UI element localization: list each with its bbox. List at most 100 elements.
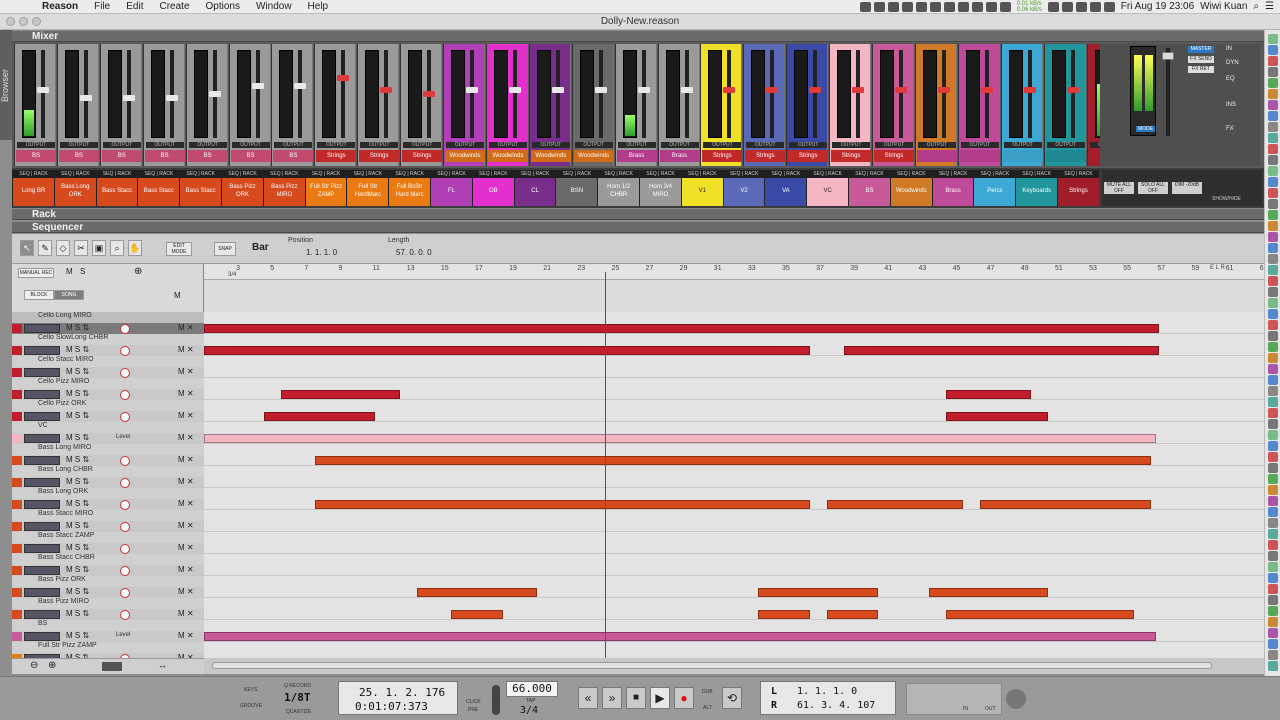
record-enable-icon[interactable] <box>120 588 130 598</box>
dock-app-icon[interactable] <box>1268 45 1278 55</box>
track-lane[interactable] <box>204 466 1264 488</box>
section-ins[interactable]: INS <box>1226 102 1236 108</box>
add-track-icon[interactable]: ⊕ <box>134 266 142 277</box>
track-name[interactable]: Cello Stacc MIRO <box>38 356 94 363</box>
channel-name[interactable] <box>1002 150 1043 162</box>
snap-value-select[interactable]: Bar <box>252 242 269 253</box>
channel-fader[interactable] <box>380 86 393 93</box>
click-label[interactable]: CLICK <box>466 699 481 705</box>
dock-app-icon[interactable] <box>1268 34 1278 44</box>
section-eq[interactable]: EQ <box>1226 76 1235 82</box>
zoom-fit-icon[interactable]: ↔ <box>158 660 167 670</box>
channel-fader[interactable] <box>809 86 822 93</box>
seq-rack-buttons[interactable]: SEQ | RACK <box>180 170 222 178</box>
record-enable-icon[interactable] <box>120 566 130 576</box>
alt-button[interactable]: ALT <box>703 705 712 711</box>
channel-name[interactable]: Woodwinds <box>530 150 571 162</box>
channel-output-select[interactable]: OUTPUT <box>17 142 55 148</box>
rack-device[interactable]: SEQ | RACK Bass Stacc <box>179 170 222 206</box>
master-button[interactable]: MASTER <box>1188 46 1214 53</box>
channel-fader[interactable] <box>508 86 521 93</box>
track-header[interactable]: Bass Pizz ORK M S ⇅ M ✕ <box>12 576 204 598</box>
mute-tool-icon[interactable]: ▣ <box>92 240 106 256</box>
status-tray-icons[interactable] <box>859 1 1011 12</box>
note-clip[interactable] <box>204 324 1160 333</box>
dock-app-icon[interactable] <box>1268 287 1278 297</box>
track-mute-solo[interactable]: M S ⇅ <box>66 455 89 464</box>
position-value[interactable]: 1. 1. 1. 0 <box>306 248 337 257</box>
channel-name[interactable]: Strings <box>359 150 400 162</box>
fast-forward-icon[interactable]: » <box>602 687 622 709</box>
seq-rack-buttons[interactable]: SEQ | RACK <box>849 170 890 178</box>
track-mute-solo[interactable]: M S ⇅ <box>66 411 89 420</box>
rack-device[interactable]: SEQ | RACK Bass Long ORK <box>53 170 96 206</box>
rack-device[interactable]: SEQ | RACK V2 <box>722 170 765 206</box>
channel-output-select[interactable]: OUTPUT <box>403 142 442 148</box>
rack-device[interactable]: SEQ | RACK Brass <box>931 170 974 206</box>
seq-rack-buttons[interactable]: SEQ | RACK <box>807 170 849 178</box>
channel-output-select[interactable]: OUTPUT <box>531 142 570 148</box>
channel-output-select[interactable]: OUTPUT <box>660 142 699 148</box>
dock-app-icon[interactable] <box>1268 298 1278 308</box>
play-icon[interactable]: ▶ <box>650 687 670 709</box>
track-lane-mute-delete[interactable]: M ✕ <box>178 433 194 442</box>
track-mute-solo[interactable]: M S ⇅ <box>66 345 89 354</box>
menu-options[interactable]: Options <box>198 1 248 12</box>
section-fx[interactable]: FX <box>1226 126 1234 132</box>
channel-name[interactable]: Woodwinds <box>487 150 528 162</box>
note-clip[interactable] <box>280 390 401 399</box>
rack-device[interactable]: SEQ | RACK Strings <box>1057 170 1099 206</box>
edit-mode-button[interactable]: EDIT MODE <box>166 242 192 256</box>
dim-button[interactable]: DIM -20dB <box>1172 182 1202 194</box>
track-lane-mute-delete[interactable]: M ✕ <box>178 587 194 596</box>
channel-fader[interactable] <box>251 82 264 89</box>
pre-label[interactable]: PRE <box>468 707 478 713</box>
track-header[interactable]: Bass Long MIRO M S ⇅ M ✕ <box>12 444 204 466</box>
dock-app-icon[interactable] <box>1268 100 1278 110</box>
seq-rack-buttons[interactable]: SEQ | RACK <box>556 170 598 178</box>
dock-app-icon[interactable] <box>1268 584 1278 594</box>
track-lane-mute-delete[interactable]: M ✕ <box>178 323 194 332</box>
zoom-in-icon[interactable]: ⊕ <box>48 660 56 671</box>
dock-app-icon[interactable] <box>1268 639 1278 649</box>
seq-rack-buttons[interactable]: SEQ | RACK <box>890 170 932 178</box>
left-locator-value[interactable]: 1. 1. 1. 0 <box>797 686 857 697</box>
track-lane[interactable] <box>204 444 1264 466</box>
channel-output-select[interactable]: OUTPUT <box>145 142 184 148</box>
track-header[interactable]: Bass Stacc CHBR M S ⇅ M ✕ <box>12 554 204 576</box>
track-name[interactable]: Cello Pizz ORK <box>38 400 86 407</box>
track-lane[interactable] <box>204 642 1264 658</box>
time-signature-display[interactable]: 3/4 <box>520 705 538 716</box>
channel-name[interactable]: Strings <box>874 150 914 162</box>
channel-name[interactable]: BS <box>187 150 228 162</box>
rack-device[interactable]: SEQ | RACK Full BsStr Hard Marc <box>388 170 431 206</box>
note-clip[interactable] <box>204 632 1156 641</box>
clock[interactable]: Fri Aug 19 23:06 <box>1121 1 1194 12</box>
dock-app-icon[interactable] <box>1268 111 1278 121</box>
hand-tool-icon[interactable]: ✋ <box>128 240 142 256</box>
rack-device[interactable]: SEQ | RACK VC <box>806 170 849 206</box>
record-enable-icon[interactable] <box>120 522 130 532</box>
dock-app-icon[interactable] <box>1268 353 1278 363</box>
note-clip[interactable] <box>980 500 1151 509</box>
stop-icon[interactable]: ■ <box>626 687 646 709</box>
snap-button[interactable]: SNAP <box>214 242 236 256</box>
seq-rack-buttons[interactable]: SEQ | RACK <box>96 170 138 178</box>
channel-fader[interactable] <box>980 86 993 93</box>
channel-output-select[interactable]: OUTPUT <box>746 142 785 148</box>
click-level-slider[interactable] <box>492 685 500 715</box>
song-position-display[interactable]: 25. 1. 2. 176 0:01:07:373 <box>338 681 458 715</box>
rack-device[interactable]: SEQ | RACK Horn 1/2 CHBR <box>597 170 640 206</box>
rack-device[interactable]: SEQ | RACK Bass Stacc <box>137 170 180 206</box>
dub-button[interactable]: DUB <box>702 689 713 695</box>
horizontal-zoom-slider[interactable] <box>102 662 122 671</box>
channel-fader[interactable] <box>937 86 950 93</box>
timeline-ruler[interactable]: 3 5 7 9 11 13 15 17 19 21 23 25 27 29 31 33 35 37 39 41 43 45… <box>204 264 1268 280</box>
channel-fader[interactable] <box>423 91 436 97</box>
track-lane-mute-delete[interactable]: M ✕ <box>178 367 194 376</box>
sequencer-track[interactable]: Bass Stacc MIRO M S ⇅ M ✕ <box>12 510 1264 532</box>
dock-app-icon[interactable] <box>1268 595 1278 605</box>
note-clip[interactable] <box>929 588 1049 597</box>
sequencer-track[interactable]: BS M S ⇅ Level M ✕ <box>12 620 1264 642</box>
dock-app-icon[interactable] <box>1268 529 1278 539</box>
